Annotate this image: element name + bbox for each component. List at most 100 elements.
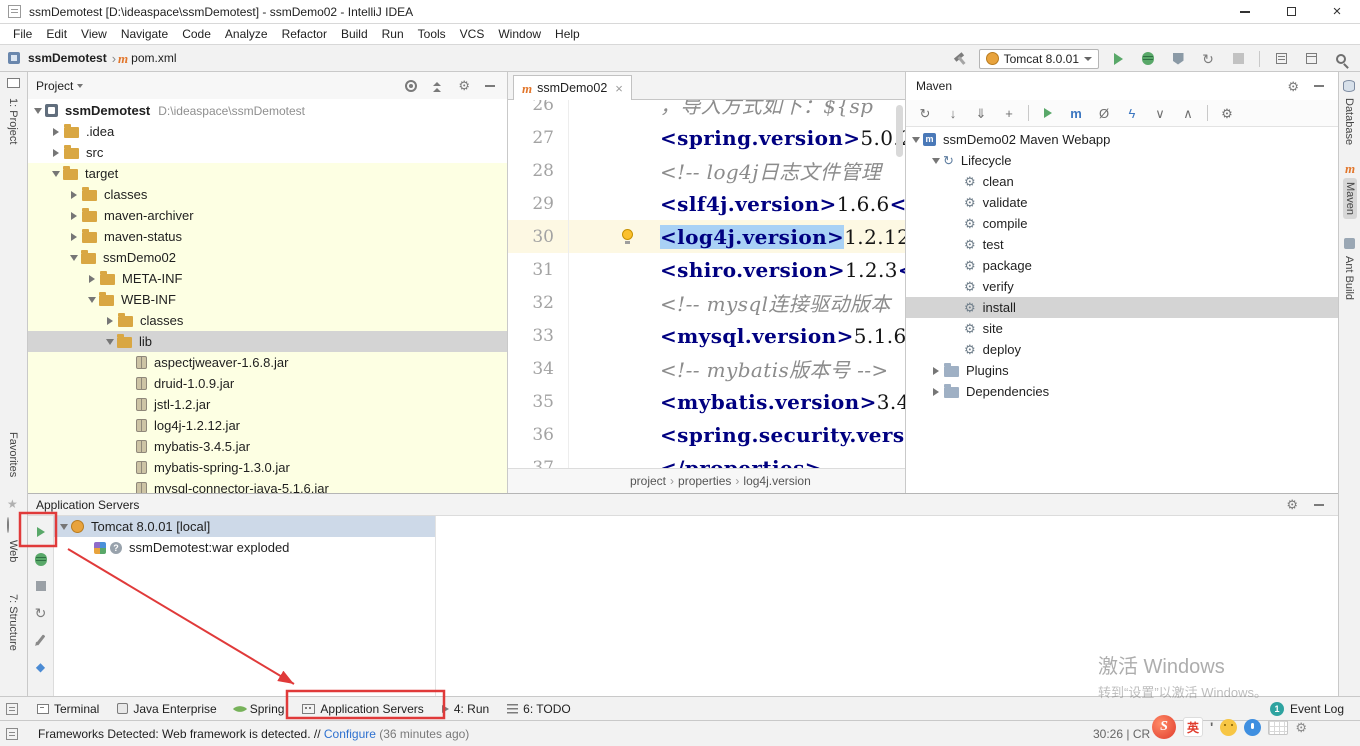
tool-window-button-database[interactable]: Database (1343, 98, 1355, 145)
maven-tree-row-deploy[interactable]: ⚙deploy (906, 339, 1338, 360)
chevron-right-icon[interactable] (933, 367, 939, 375)
project-tree-row-ssmdemo02[interactable]: ssmDemo02 (28, 247, 507, 268)
search-everywhere-button[interactable] (1330, 48, 1352, 70)
run-button[interactable] (1107, 48, 1129, 70)
collapse-all-button[interactable]: ∧ (1177, 102, 1199, 124)
project-tree-row-mysql-connector-java-5-1-6-jar[interactable]: mysql-connector-java-5.1.6.jar (28, 478, 507, 493)
close-icon[interactable]: × (615, 81, 623, 96)
menu-item-vcs[interactable]: VCS (453, 24, 492, 44)
caret-position-widget[interactable]: 30:26 | CR (1093, 727, 1150, 741)
chevron-right-icon[interactable] (107, 317, 113, 325)
server-run-button[interactable] (31, 522, 51, 542)
maven-tree-row-compile[interactable]: ⚙compile (906, 213, 1338, 234)
breadcrumb-log4j-version[interactable]: log4j.version (743, 474, 810, 488)
web-globe-icon[interactable] (7, 517, 9, 533)
tool-window-monitor-icon[interactable] (7, 78, 20, 88)
microphone-icon[interactable] (1244, 719, 1261, 736)
status-toggle-icon[interactable] (6, 728, 18, 740)
menu-item-window[interactable]: Window (491, 24, 548, 44)
emoji-icon[interactable] (1220, 719, 1237, 736)
maven-tree-row-test[interactable]: ⚙test (906, 234, 1338, 255)
maven-tree-row-install[interactable]: ⚙install (906, 297, 1338, 318)
app-server-tree-row-ssmdemotest-war-exploded[interactable]: ?ssmDemotest:war exploded (54, 537, 435, 558)
maximize-button[interactable] (1268, 0, 1314, 23)
project-tree-row-mybatis-spring-1-3-0-jar[interactable]: mybatis-spring-1.3.0.jar (28, 457, 507, 478)
project-tree-row-src[interactable]: src (28, 142, 507, 163)
menu-item-refactor[interactable]: Refactor (275, 24, 334, 44)
gear-icon[interactable]: ⚙ (458, 79, 470, 92)
maven-stripe-icon[interactable]: m (1345, 162, 1355, 175)
locate-file-icon[interactable] (405, 80, 417, 92)
project-tree-row-idea[interactable]: .idea (28, 121, 507, 142)
menu-item-tools[interactable]: Tools (411, 24, 453, 44)
maven-tree-row-plugins[interactable]: Plugins (906, 360, 1338, 381)
hide-panel-icon[interactable] (485, 85, 495, 87)
menu-item-analyze[interactable]: Analyze (218, 24, 275, 44)
ime-language-icon[interactable]: 英 (1183, 717, 1203, 737)
app-server-tree-row-tomcat-8-0-01-local[interactable]: Tomcat 8.0.01 [local] (54, 516, 435, 537)
breadcrumb-properties[interactable]: properties (678, 474, 731, 488)
chevron-right-icon[interactable] (933, 388, 939, 396)
toggle-offline-button[interactable]: ϟ (1121, 102, 1143, 124)
maven-tree-row-lifecycle[interactable]: ↻Lifecycle (906, 150, 1338, 171)
chevron-right-icon[interactable] (71, 233, 77, 241)
chevron-down-icon[interactable] (52, 171, 60, 177)
tool-window-button-ant-build[interactable]: Ant Build (1343, 256, 1355, 300)
project-structure-button[interactable] (1270, 48, 1292, 70)
chevron-down-icon[interactable] (912, 137, 920, 143)
menu-item-edit[interactable]: Edit (39, 24, 74, 44)
editor-tab-ssmdemo02[interactable]: m ssmDemo02 × (513, 75, 632, 100)
run-maven-build-button[interactable] (1037, 102, 1059, 124)
chevron-right-icon[interactable] (53, 149, 59, 157)
project-tree-row-mybatis-3-4-5-jar[interactable]: mybatis-3.4.5.jar (28, 436, 507, 457)
chevron-down-icon[interactable] (106, 339, 114, 345)
scrollbar-thumb[interactable] (896, 105, 903, 157)
sogou-logo-icon[interactable]: S (1152, 715, 1176, 739)
project-tree-row-classes[interactable]: classes (28, 310, 507, 331)
tool-window-button-maven[interactable]: Maven (1343, 178, 1357, 219)
chevron-down-icon[interactable] (60, 524, 68, 530)
download-documentation-button[interactable]: ⇓ (970, 102, 992, 124)
toolbar-file-name[interactable]: pom.xml (131, 51, 176, 65)
tool-tab-terminal[interactable]: Terminal (28, 697, 108, 720)
add-maven-projects-button[interactable]: + (998, 102, 1020, 124)
server-restart-button[interactable]: ↻ (31, 603, 51, 623)
minimize-button[interactable] (1222, 0, 1268, 23)
chevron-right-icon[interactable] (89, 275, 95, 283)
maven-tree-row-verify[interactable]: ⚙verify (906, 276, 1338, 297)
ime-punctuation-icon[interactable]: ' (1210, 719, 1213, 735)
menu-item-file[interactable]: File (6, 24, 39, 44)
tool-window-button-favorites[interactable]: Favorites (7, 432, 19, 477)
project-tree-row-jstl-1-2-jar[interactable]: jstl-1.2.jar (28, 394, 507, 415)
collapse-all-icon[interactable] (432, 80, 443, 91)
chevron-right-icon[interactable] (71, 191, 77, 199)
maven-settings-button[interactable]: ⚙ (1216, 102, 1238, 124)
coverage-button[interactable] (1167, 48, 1189, 70)
favorites-star-icon[interactable]: ★ (7, 498, 18, 510)
tool-tab-6-todo[interactable]: 6: TODO (498, 697, 580, 720)
download-sources-button[interactable]: ↓ (942, 102, 964, 124)
tool-window-switcher-icon[interactable] (6, 703, 18, 715)
project-tree-row-druid-1-0-9-jar[interactable]: druid-1.0.9.jar (28, 373, 507, 394)
debug-button[interactable] (1137, 48, 1159, 70)
intention-bulb-icon[interactable] (622, 229, 633, 240)
expand-all-button[interactable]: ∨ (1149, 102, 1171, 124)
gear-icon[interactable]: ⚙ (1286, 498, 1298, 511)
tool-window-button-web[interactable]: Web (7, 540, 19, 562)
menu-item-build[interactable]: Build (334, 24, 375, 44)
menu-item-view[interactable]: View (74, 24, 114, 44)
project-tree-row-classes[interactable]: classes (28, 184, 507, 205)
menu-item-help[interactable]: Help (548, 24, 587, 44)
menu-item-navigate[interactable]: Navigate (114, 24, 175, 44)
configure-link[interactable]: Configure (324, 727, 376, 741)
tool-tab-java-enterprise[interactable]: Java Enterprise (108, 697, 225, 720)
toolbar-project-name[interactable]: ssmDemotest (28, 51, 107, 65)
build-project-button[interactable] (949, 48, 971, 70)
execute-maven-goal-button[interactable]: m (1065, 102, 1087, 124)
update-application-button[interactable]: ↻ (1197, 48, 1219, 70)
server-debug-button[interactable] (31, 549, 51, 569)
chevron-down-icon[interactable] (88, 297, 96, 303)
close-button[interactable]: × (1314, 0, 1360, 23)
reimport-button[interactable]: ↻ (914, 102, 936, 124)
hide-panel-icon[interactable] (1314, 504, 1324, 506)
